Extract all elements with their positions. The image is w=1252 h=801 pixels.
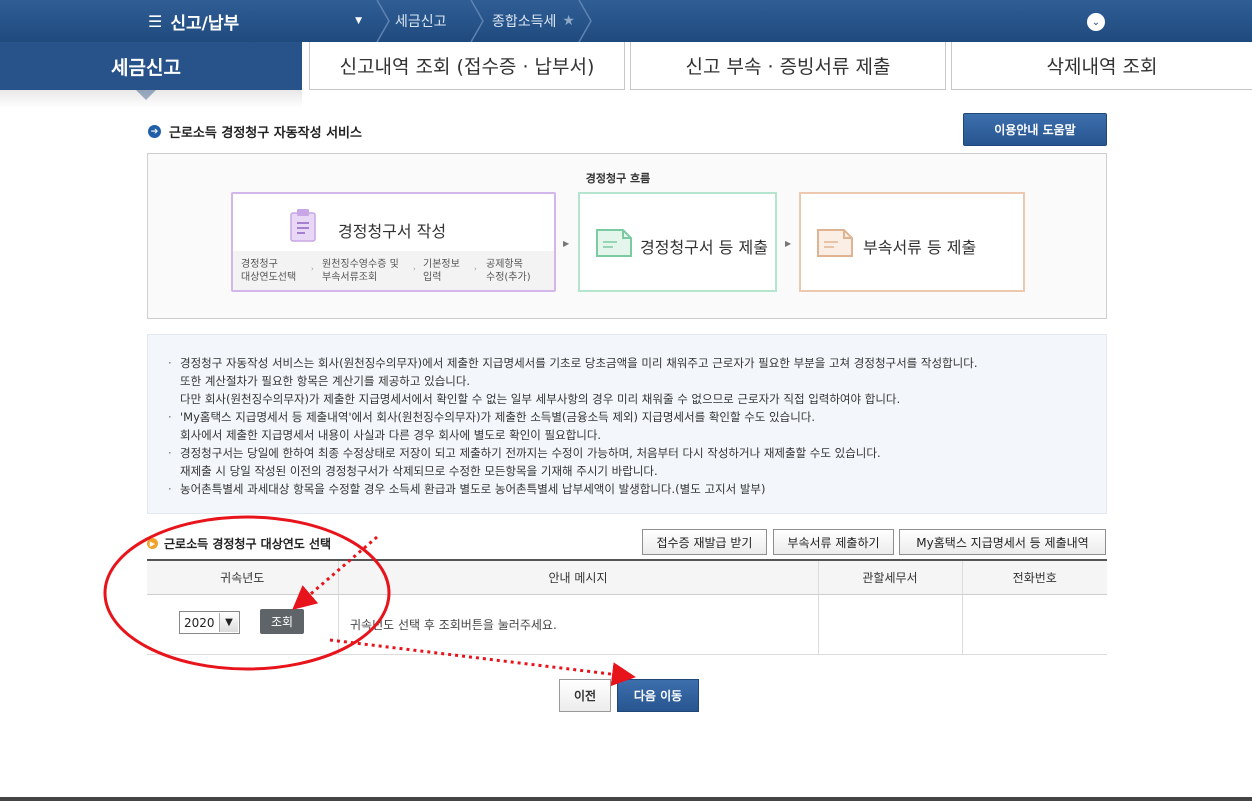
col-header-message: 안내 메시지 [337,560,818,595]
notice-box: 경정청구 자동작성 서비스는 회사(원천징수의무자)에서 제출한 지급명세서를 … [147,334,1107,514]
hamburger-icon: ☰ [148,11,163,31]
substep-year-select: 경정청구 대상연도선택 [241,259,297,283]
flow-step-write: 경정청구서 작성 경정청구 대상연도선택 › 원천징수영수증 및 부속서류조회 … [231,192,556,292]
document-icon [817,229,853,257]
help-guide-button[interactable]: 이용안내 도움말 [963,113,1107,146]
query-button[interactable]: 조회 [260,609,304,634]
cell-tax-office [817,594,962,655]
notice-item: 다만 회사(원천징수의무자)가 제출한 지급명세서에서 확인할 수 없는 일부 … [180,392,901,406]
tab-attachments-submit[interactable]: 신고 부속 · 증빙서류 제출 [630,42,946,90]
breadcrumb-separator-icon [576,0,594,43]
year-select[interactable]: 2020 ▼ [179,611,240,634]
section-title: ➔ 근로소득 경정청구 자동작성 서비스 [148,122,362,141]
guide-message: 귀속년도 선택 후 조회버튼을 눌러주세요. [350,618,557,632]
flow-step-submit-title: 경정청구서 등 제출 [640,238,768,257]
arrow-circle-icon: ▶ [147,538,158,549]
notice-list: 경정청구 자동작성 서비스는 회사(원천징수의무자)에서 제출한 지급명세서를 … [168,354,1106,498]
year-section-title: ▶ 근로소득 경정청구 대상연도 선택 [147,535,331,552]
star-icon[interactable]: ★ [562,13,575,29]
chevron-right-icon: › [413,265,416,273]
flow-substeps: 경정청구 대상연도선택 › 원천징수영수증 및 부속서류조회 › 기본정보 입력… [233,251,554,290]
substep-basic-info: 기본정보 입력 [423,259,460,283]
col-header-year: 귀속년도 [147,560,338,595]
flow-diagram: 경정청구 흐름 경정청구서 작성 경정청구 대상연도선택 › 원천징수영수증 및… [147,153,1107,319]
breadcrumb-separator-icon [468,0,486,43]
breadcrumb-item-income-tax[interactable]: 종합소득세 ★ [492,0,575,42]
menu-label: 신고/납부 [170,13,240,34]
submit-attachments-button[interactable]: 부속서류 제출하기 [773,529,894,555]
flow-step-submit: 경정청구서 등 제출 [578,192,777,292]
prev-button[interactable]: 이전 [559,679,611,712]
collapse-toggle-icon[interactable]: ⌄ [1087,13,1105,31]
flow-step-attachments-title: 부속서류 등 제출 [863,238,977,257]
top-nav-bar: ☰ 신고/납부 ▼ 세금신고 종합소득세 ★ ⌄ [0,0,1252,43]
clipboard-icon [290,209,316,242]
tab-tax-report[interactable]: 세금신고 [0,42,302,100]
notice-item: 경정청구서는 당일에 한하여 최종 수정상태로 저장이 되고 제출하기 전까지는… [168,444,1106,462]
reissue-receipt-button[interactable]: 접수증 재발급 받기 [642,529,767,555]
chevron-right-icon: › [311,265,314,273]
next-button[interactable]: 다음 이동 [617,679,699,712]
chevron-right-icon: › [474,265,477,273]
notice-item: 회사에서 제출한 지급명세서 내용이 사실과 다른 경우 회사에 별도로 확인이… [180,428,602,442]
flow-step-attachments: 부속서류 등 제출 [799,192,1025,292]
substep-deduction-edit: 공제항목 수정(추가) [486,259,531,283]
my-hometax-statement-button[interactable]: My홈택스 지급명세서 등 제출내역 [899,529,1106,555]
breadcrumb-separator-icon [374,0,392,43]
chevron-down-icon[interactable]: ▼ [219,613,238,632]
flow-step-write-title: 경정청구서 작성 [338,222,447,241]
tab-shadow [0,90,302,108]
col-header-phone: 전화번호 [961,560,1107,595]
cell-year [147,594,338,655]
notice-item: 경정청구 자동작성 서비스는 회사(원천징수의무자)에서 제출한 지급명세서를 … [168,354,1106,372]
cell-phone [961,594,1107,655]
flow-arrow-icon: ▶ [563,239,570,248]
notice-item: 농어촌특별세 과세대상 항목을 수정할 경우 소득세 환급과 별도로 농어촌특별… [168,480,1106,498]
notice-item: 'My홈택스 지급명세서 등 제출내역'에서 회사(원천징수의무자)가 제출한 … [168,408,1106,426]
bottom-border [0,797,1252,801]
menu-dropdown[interactable]: ☰ 신고/납부 ▼ [148,0,376,42]
flow-label: 경정청구 흐름 [585,172,651,185]
document-icon [596,229,632,257]
caret-down-icon: ▼ [355,16,362,26]
col-header-tax-office: 관할세무서 [817,560,962,595]
flow-arrow-icon: ▶ [785,239,792,248]
notice-item: 재제출 시 당일 작성된 이전의 경정청구서가 삭제되므로 수정한 모든항목을 … [180,464,658,478]
year-table: 귀속년도 안내 메시지 관할세무서 전화번호 [147,559,1107,655]
arrow-circle-icon: ➔ [148,125,161,138]
substep-withholding-lookup: 원천징수영수증 및 부속서류조회 [322,259,399,283]
tab-report-history[interactable]: 신고내역 조회 (접수증 · 납부서) [309,42,625,90]
tab-deleted-history[interactable]: 삭제내역 조회 [951,42,1252,90]
breadcrumb-item-tax-report[interactable]: 세금신고 [395,0,447,42]
notice-item: 또한 계산절차가 필요한 항목은 계산기를 제공하고 있습니다. [180,374,471,388]
